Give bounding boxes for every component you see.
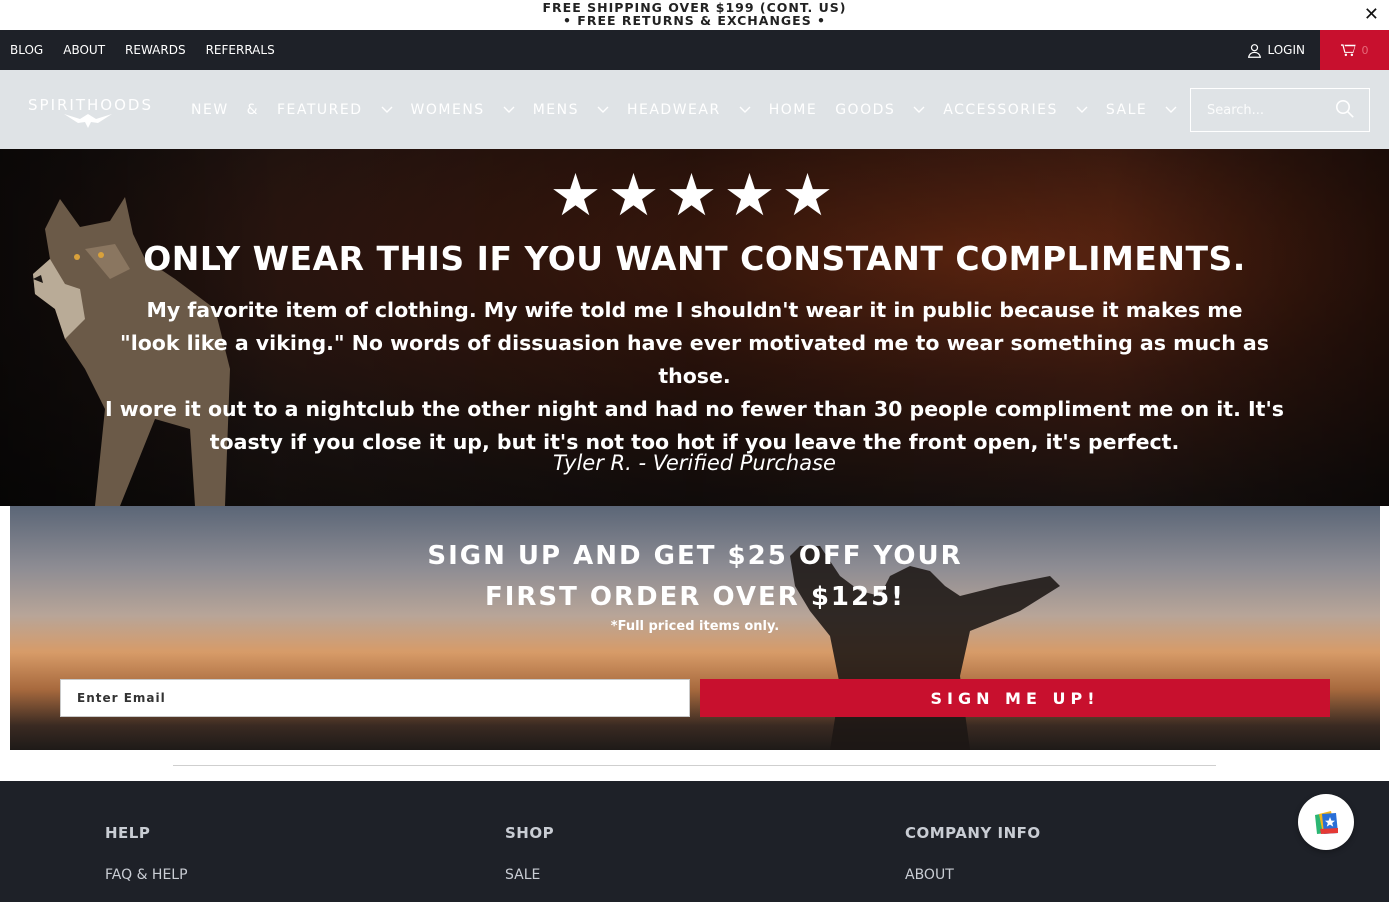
chevron-down-icon — [597, 106, 609, 113]
testimonial-headline: ONLY WEAR THIS IF YOU WANT CONSTANT COMP… — [143, 239, 1246, 278]
nav-sale[interactable]: SALE — [1106, 102, 1177, 118]
nav-label: NEW & FEATURED — [191, 101, 363, 118]
chevron-down-icon — [913, 106, 925, 113]
footer-link-faq[interactable]: FAQ & HELP — [105, 867, 188, 883]
nav-mens[interactable]: MENS — [533, 102, 609, 118]
footer-link-sale[interactable]: SALE — [505, 867, 554, 883]
close-icon[interactable]: ✕ — [1364, 4, 1379, 26]
cart-count: 0 — [1361, 43, 1369, 57]
nav-label: SALE — [1105, 101, 1148, 118]
chevron-down-icon — [503, 106, 515, 113]
main-nav: NEW & FEATURED WOMENS MENS HEADWEAR HOME… — [191, 70, 1195, 149]
email-field[interactable] — [60, 679, 690, 717]
nav-label: WOMENS — [410, 101, 485, 118]
search-box — [1190, 88, 1370, 132]
quote-line: My favorite item of clothing. My wife to… — [146, 298, 1243, 322]
main-header: SPIRITHOODS NEW & FEATURED WOMENS MENS H… — [0, 70, 1389, 149]
announcement-line-2: • FREE RETURNS & EXCHANGES • — [562, 13, 827, 28]
announcement-line-1: FREE SHIPPING OVER $199 (CONT. US) — [542, 0, 847, 15]
rewards-launcher[interactable] — [1298, 794, 1354, 850]
nav-label: MENS — [532, 101, 579, 118]
newsletter-signup: SIGN UP AND GET $25 OFF YOUR FIRST ORDER… — [10, 506, 1380, 750]
site-footer: HELP FAQ & HELP SHOP SALE COMPANY INFO A… — [0, 781, 1389, 902]
user-icon — [1248, 43, 1262, 58]
newsletter-note: *Full priced items only. — [610, 619, 780, 634]
shopping-bag-star-icon — [1315, 811, 1338, 834]
rewards-link[interactable]: REWARDS — [125, 43, 186, 57]
footer-column-title: COMPANY INFO — [905, 824, 1041, 842]
testimonial-author: Tyler R. - Verified Purchase — [553, 451, 836, 475]
chevron-down-icon — [739, 106, 751, 113]
wolf-emblem-icon — [64, 114, 112, 128]
section-divider — [173, 765, 1216, 766]
nav-label: HOME — [768, 101, 818, 118]
nav-home[interactable]: HOME — [769, 102, 817, 118]
search-icon[interactable] — [1335, 99, 1355, 119]
top-utility-bar: BLOG ABOUT REWARDS REFERRALS LOGIN 0 — [0, 30, 1389, 70]
nav-womens[interactable]: WOMENS — [411, 102, 515, 118]
footer-column-title: HELP — [105, 824, 151, 842]
chevron-down-icon — [1165, 106, 1177, 113]
nav-goods[interactable]: GOODS — [835, 102, 925, 118]
referrals-link[interactable]: REFERRALS — [206, 43, 275, 57]
nav-new-featured[interactable]: NEW & FEATURED — [191, 102, 393, 118]
nav-accessories[interactable]: ACCESSORIES — [943, 102, 1088, 118]
newsletter-title-line: FIRST ORDER OVER $125! — [484, 582, 906, 612]
chevron-down-icon — [381, 106, 393, 113]
rating-stars: ★★★★★ — [549, 161, 840, 229]
cart-button[interactable]: 0 — [1320, 30, 1389, 70]
testimonial-hero: ★★★★★ ONLY WEAR THIS IF YOU WANT CONSTAN… — [0, 149, 1389, 506]
nav-label: GOODS — [835, 101, 896, 118]
announcement-bar: FREE SHIPPING OVER $199 (CONT. US) • FRE… — [0, 0, 1389, 30]
footer-column-title: SHOP — [505, 824, 555, 842]
login-label: LOGIN — [1267, 43, 1305, 57]
quote-line: I wore it out to a nightclub the other n… — [105, 397, 1284, 421]
footer-column-help: HELP FAQ & HELP — [105, 824, 188, 883]
utility-links: BLOG ABOUT REWARDS REFERRALS — [10, 30, 295, 70]
sign-up-button[interactable]: SIGN ME UP! — [700, 679, 1330, 717]
footer-link-about[interactable]: ABOUT — [905, 867, 1041, 883]
spirithoods-logo[interactable]: SPIRITHOODS — [28, 96, 151, 128]
nav-label: ACCESSORIES — [943, 101, 1058, 118]
login-link[interactable]: LOGIN — [1247, 30, 1305, 70]
about-link[interactable]: ABOUT — [63, 43, 105, 57]
footer-column-company: COMPANY INFO ABOUT — [905, 824, 1041, 883]
quote-line: "look like a viking." No words of dissua… — [120, 331, 1269, 388]
newsletter-title: SIGN UP AND GET $25 OFF YOUR FIRST ORDER… — [10, 536, 1380, 618]
chevron-down-icon — [1076, 106, 1088, 113]
newsletter-title-line: SIGN UP AND GET $25 OFF YOUR — [427, 541, 963, 571]
search-input[interactable] — [1191, 89, 1331, 131]
blog-link[interactable]: BLOG — [10, 43, 43, 57]
nav-headwear[interactable]: HEADWEAR — [627, 102, 751, 118]
testimonial-quote: My favorite item of clothing. My wife to… — [100, 294, 1289, 459]
nav-label: HEADWEAR — [626, 101, 721, 118]
footer-column-shop: SHOP SALE — [505, 824, 554, 883]
cart-icon — [1340, 44, 1356, 57]
